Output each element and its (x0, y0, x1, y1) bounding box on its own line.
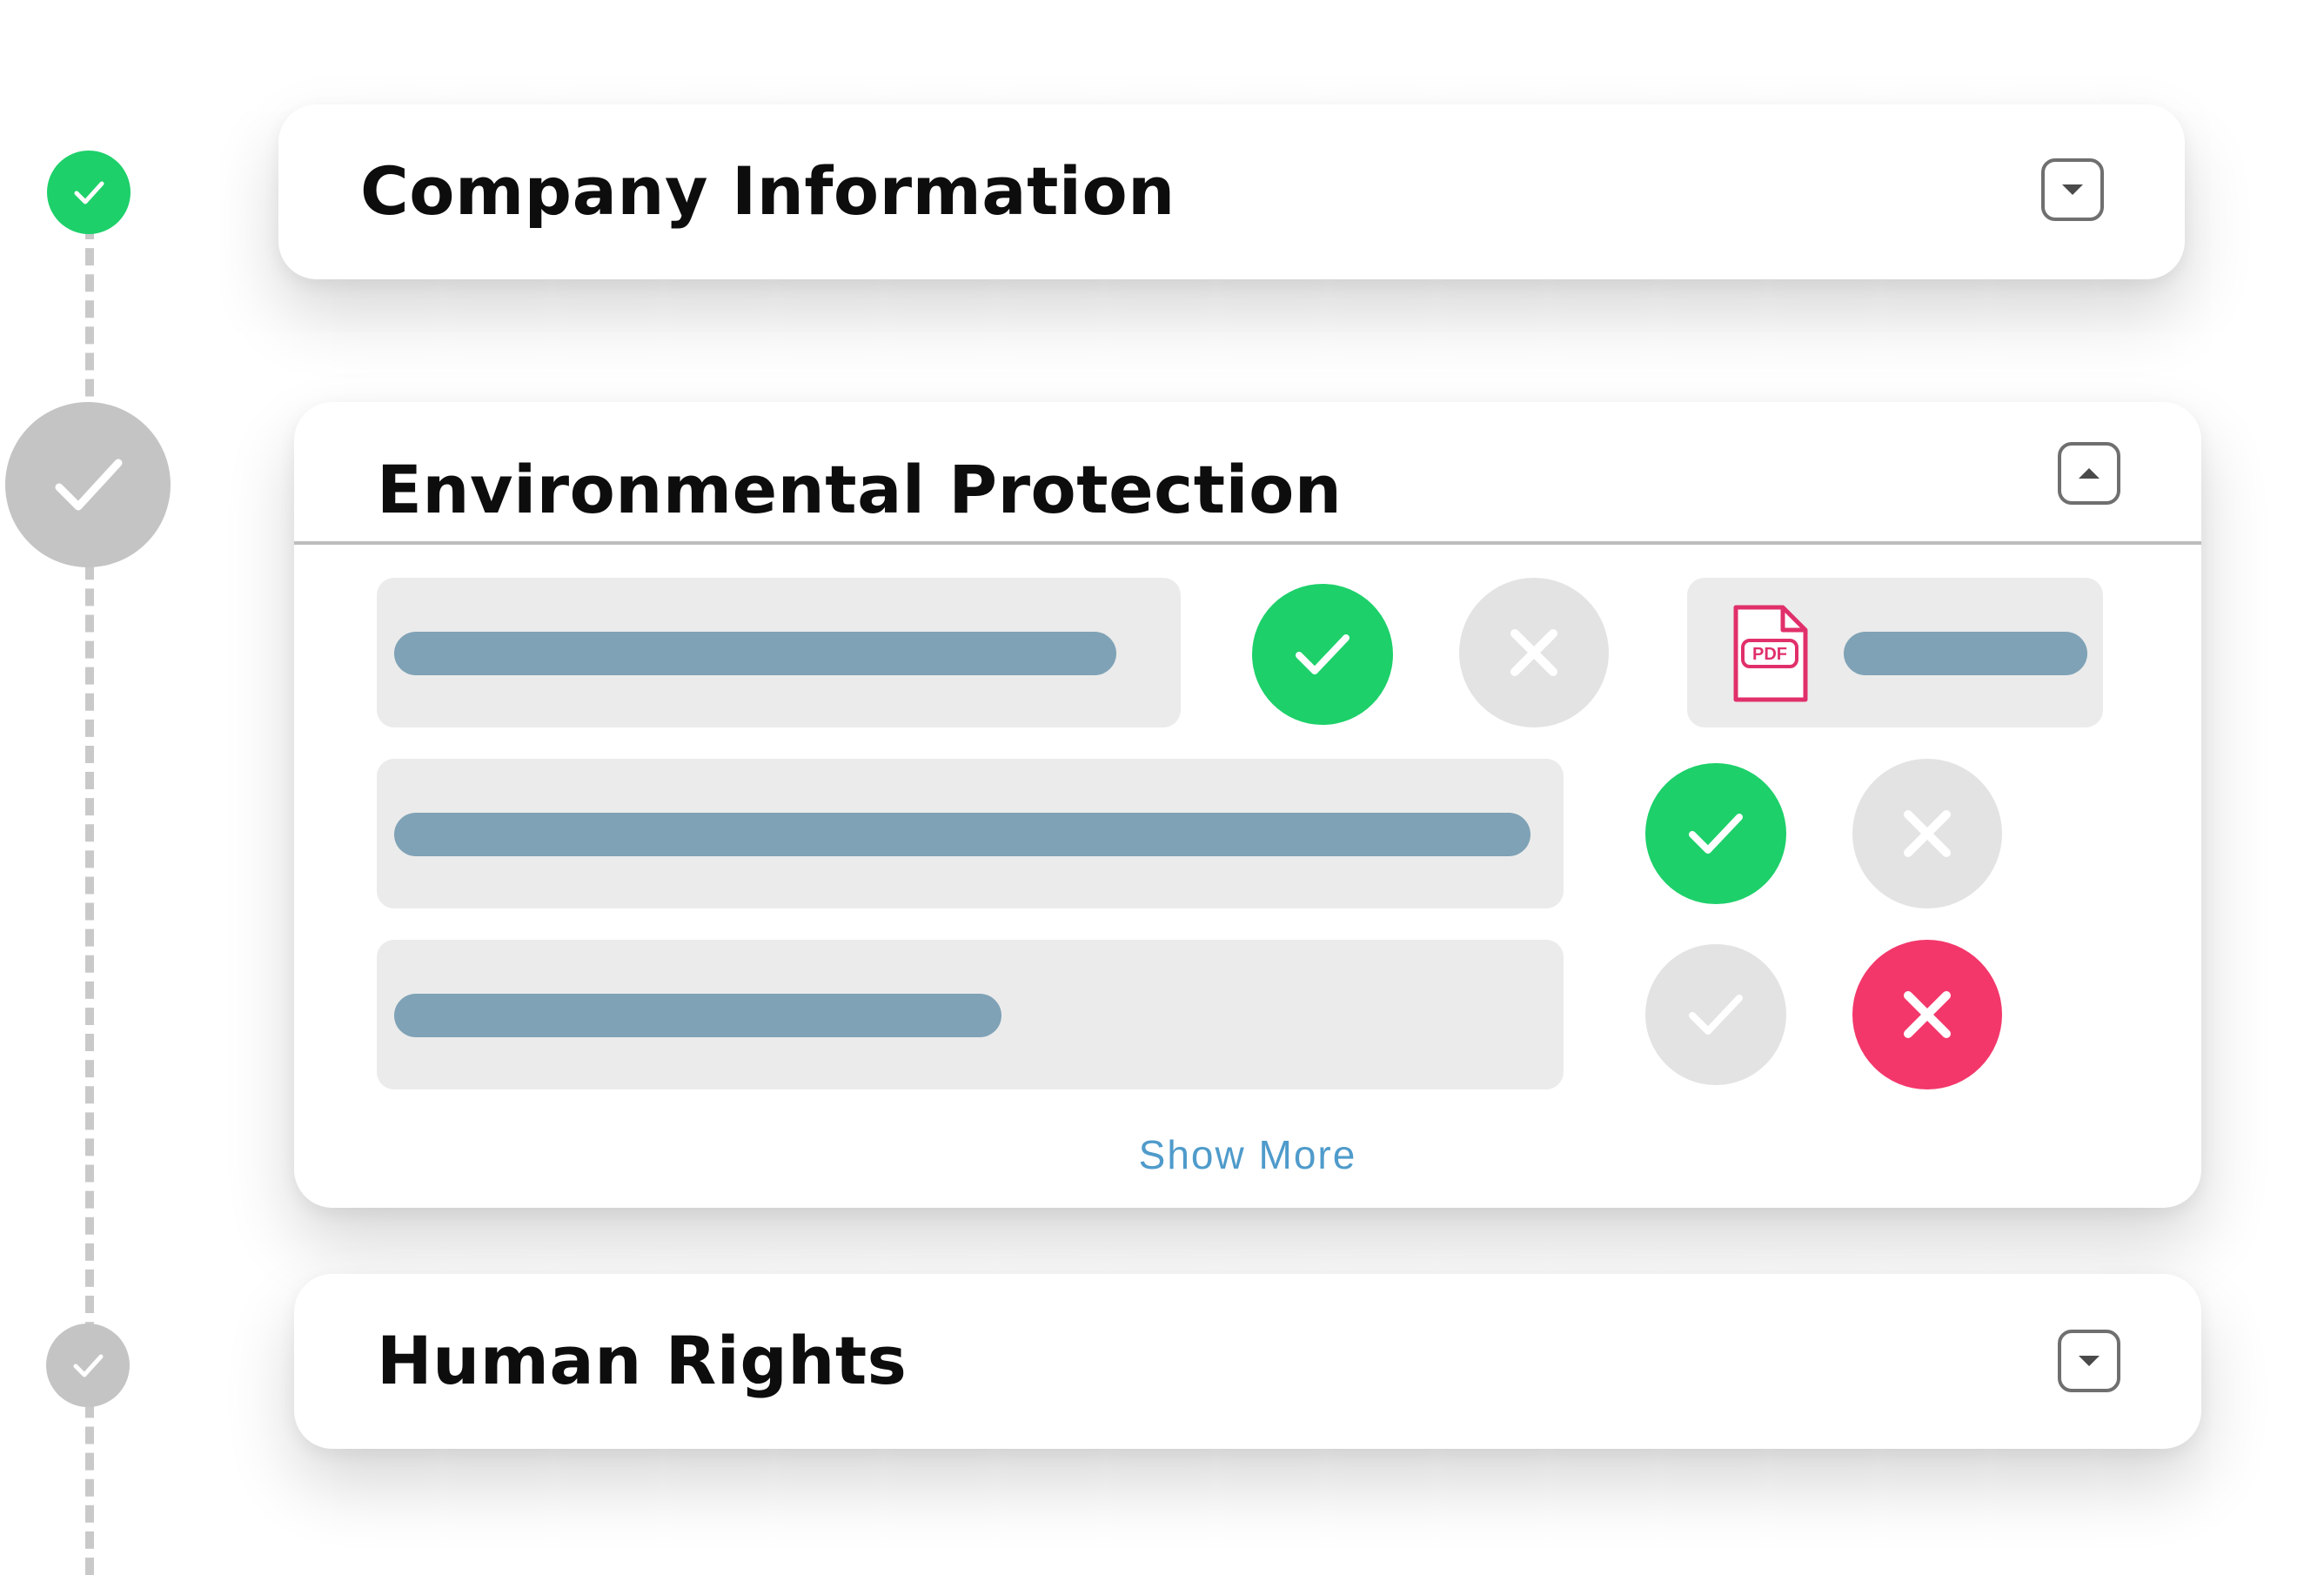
show-more-link[interactable]: Show More (294, 1131, 2201, 1178)
reject-button[interactable] (1852, 759, 2002, 908)
check-icon (74, 181, 104, 204)
pdf-file-icon: PDF (1733, 605, 1808, 702)
step-pending-indicator (46, 1324, 130, 1407)
close-icon (1904, 991, 1951, 1038)
criterion-field (377, 759, 1564, 908)
check-icon (1296, 634, 1350, 674)
compliance-checklist: Company Information Environmental Protec… (0, 0, 2324, 1575)
close-icon (1904, 810, 1951, 857)
section-human-rights[interactable]: Human Rights (294, 1274, 2201, 1449)
filename-placeholder-bar (1844, 632, 2087, 675)
check-icon (73, 1354, 104, 1377)
approve-button[interactable] (1645, 763, 1786, 904)
close-icon (1510, 629, 1557, 676)
chevron-down-icon (2079, 1356, 2100, 1366)
text-placeholder-bar (394, 632, 1116, 675)
section-title: Environmental Protection (377, 451, 1343, 528)
section-environmental-protection: Environmental Protection PDF Show More (294, 402, 2201, 1208)
chevron-down-icon (2062, 184, 2083, 195)
expand-toggle-button[interactable] (2058, 1330, 2120, 1392)
expand-toggle-button[interactable] (2041, 158, 2104, 221)
step-current-indicator (5, 402, 171, 567)
reject-button[interactable] (1852, 940, 2002, 1089)
approve-button[interactable] (1252, 584, 1393, 725)
check-icon (1689, 995, 1743, 1035)
chevron-up-icon (2079, 468, 2100, 479)
section-title: Human Rights (377, 1322, 907, 1399)
check-icon (1689, 814, 1743, 854)
text-placeholder-bar (394, 813, 1530, 856)
section-divider (294, 541, 2201, 545)
pdf-attachment[interactable]: PDF (1687, 578, 2103, 727)
section-title: Company Information (360, 152, 1175, 230)
step-complete-indicator (47, 151, 131, 234)
approve-button[interactable] (1645, 944, 1786, 1085)
text-placeholder-bar (394, 994, 1001, 1037)
check-icon (55, 459, 123, 511)
reject-button[interactable] (1459, 578, 1609, 727)
collapse-toggle-button[interactable] (2058, 442, 2120, 505)
criterion-field (377, 940, 1564, 1089)
section-company-information[interactable]: Company Information (278, 104, 2185, 279)
criterion-field (377, 578, 1181, 727)
pdf-label: PDF (1752, 645, 1787, 664)
